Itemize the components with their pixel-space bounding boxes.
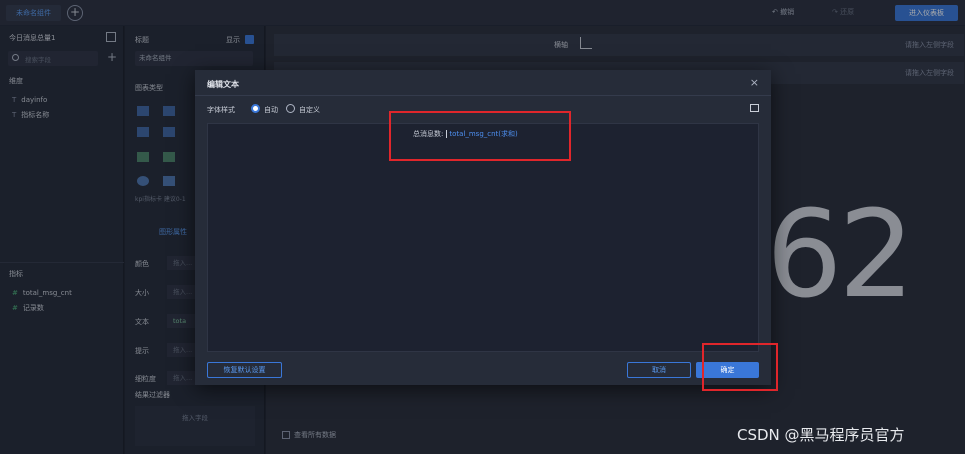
highlight-box-editor-text xyxy=(389,111,571,161)
radio-custom[interactable] xyxy=(286,104,295,113)
fullscreen-icon[interactable] xyxy=(750,104,759,112)
radio-auto[interactable] xyxy=(251,104,260,113)
radio-auto-label: 自动 xyxy=(264,106,278,114)
radio-custom-label: 自定义 xyxy=(299,106,320,114)
reset-default-button[interactable]: 恢复默认设置 xyxy=(207,362,282,378)
close-icon[interactable]: × xyxy=(750,76,759,89)
font-style-label: 字体样式 xyxy=(207,106,235,114)
cancel-button[interactable]: 取消 xyxy=(627,362,691,378)
dialog-title: 编辑文本 xyxy=(207,80,239,89)
dialog-divider xyxy=(195,95,771,96)
watermark: CSDN @黑马程序员官方 xyxy=(737,426,905,444)
highlight-box-confirm xyxy=(702,343,778,391)
